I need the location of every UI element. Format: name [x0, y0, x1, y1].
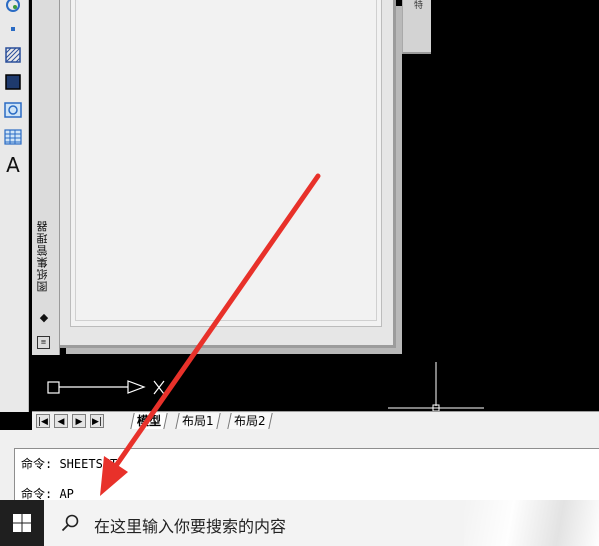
tab-layout1[interactable]: 布局1 — [175, 413, 221, 429]
command-history-box[interactable]: 命令: SHEETSET 命令: AP — [14, 448, 599, 503]
point-icon[interactable] — [2, 18, 24, 40]
hatch-icon[interactable] — [2, 44, 24, 66]
sheet-list-frame — [75, 0, 377, 321]
table-icon[interactable] — [2, 126, 24, 148]
palette-properties-icon[interactable]: ◆ — [37, 310, 51, 324]
swirl-tool-icon[interactable] — [2, 0, 24, 16]
crosshair-cursor — [386, 360, 486, 416]
palette-menu-icon[interactable]: ≡ — [37, 336, 50, 349]
previous-tab-button[interactable]: ◀ — [54, 414, 68, 428]
command-history-line: 命令: SHEETSET — [21, 457, 118, 471]
taskbar: 在这里输入你要搜索的内容 — [0, 500, 599, 546]
windows-logo-icon — [13, 514, 31, 532]
draw-toolbar: A — [0, 0, 29, 412]
properties-palette-tab[interactable]: 特 — [402, 0, 431, 54]
tab-layout1-label: 布局1 — [182, 414, 214, 428]
sheet-set-manager-titlebar[interactable]: 图纸集管理器 ◆ ≡ — [32, 0, 60, 355]
tab-model[interactable]: 模型 — [130, 413, 168, 429]
properties-tab-label: 特 — [412, 0, 422, 9]
ucs-icon — [44, 368, 184, 404]
next-tab-button[interactable]: ▶ — [72, 414, 86, 428]
tab-layout2-label: 布局2 — [234, 414, 266, 428]
region-icon[interactable] — [2, 99, 24, 121]
command-window: 命令: SHEETSET 命令: AP — [0, 430, 599, 503]
palette-title: 图纸集管理器 — [36, 220, 49, 292]
mtext-icon[interactable]: A — [2, 153, 24, 177]
layout-tabs-bar: |◀ ◀ ▶ ▶| 模型 布局1 布局2 — [32, 411, 599, 432]
tab-model-label: 模型 — [137, 414, 162, 428]
last-tab-button[interactable]: ▶| — [90, 414, 104, 428]
sheet-list-area[interactable] — [70, 0, 382, 327]
taskbar-search-box[interactable]: 在这里输入你要搜索的内容 — [44, 500, 599, 546]
start-button[interactable] — [0, 500, 44, 546]
autocad-window: A 图纸集管理器 ◆ ≡ 特 |◀ ◀ ▶ ▶| 模型 布局1 布局2 命令: … — [0, 0, 599, 546]
first-tab-button[interactable]: |◀ — [36, 414, 50, 428]
search-icon — [61, 514, 79, 532]
search-placeholder: 在这里输入你要搜索的内容 — [94, 517, 287, 536]
sheet-set-manager-panel — [60, 0, 396, 348]
tab-layout2[interactable]: 布局2 — [227, 413, 273, 429]
watermark-overlay — [464, 500, 599, 546]
gradient-icon[interactable] — [2, 71, 24, 93]
